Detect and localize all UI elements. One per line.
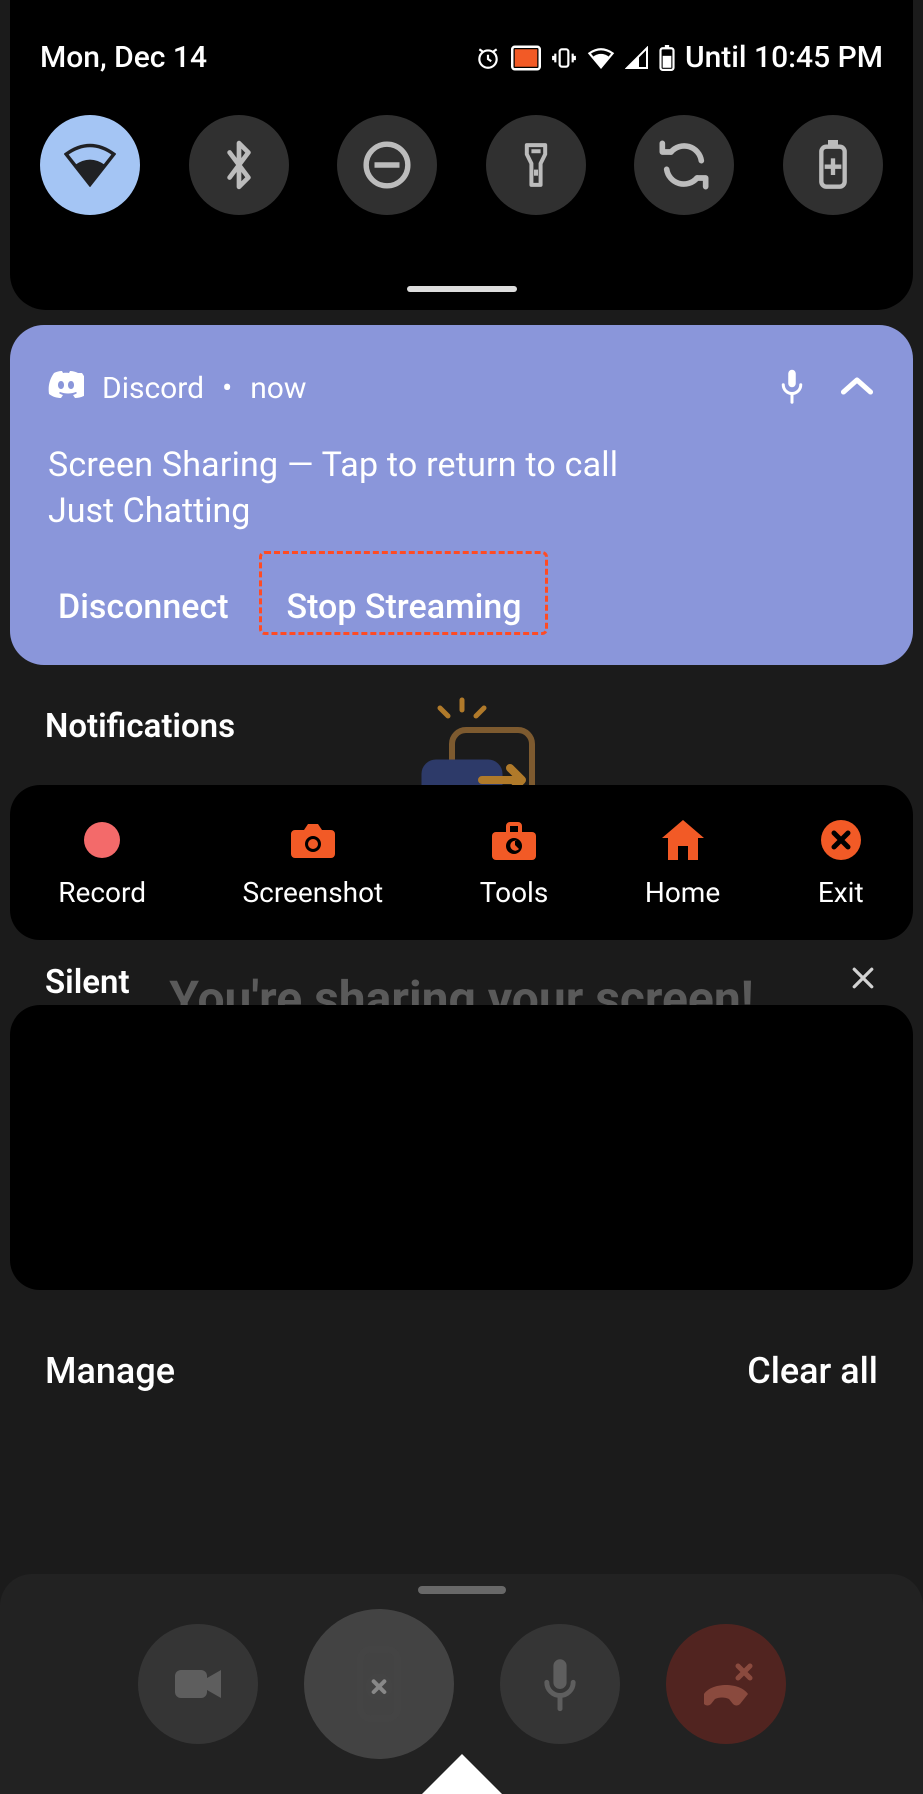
vibrate-icon [551, 45, 577, 71]
status-date: Mon, Dec 14 [40, 40, 207, 75]
qs-wifi-tile[interactable] [40, 115, 140, 215]
cast-icon [511, 45, 541, 71]
screenshot-button[interactable]: Screenshot [243, 816, 384, 909]
clear-all-button[interactable]: Clear all [747, 1350, 878, 1392]
discord-icon [48, 370, 84, 406]
alarm-icon [475, 45, 501, 71]
mic-icon[interactable] [777, 367, 807, 409]
discord-title: Screen Sharing — Tap to return to call [48, 445, 875, 485]
separator-dot: • [222, 371, 232, 406]
quick-settings-panel: Mon, Dec 14 Until 10:45 PM [10, 0, 913, 310]
status-icons: Until 10:45 PM [475, 40, 883, 75]
call-bar-handle[interactable] [418, 1586, 506, 1594]
discord-app-name: Discord [102, 371, 204, 406]
record-icon [78, 816, 126, 864]
exit-label: Exit [818, 876, 864, 909]
home-icon [659, 816, 707, 864]
manage-button[interactable]: Manage [45, 1350, 175, 1392]
wifi-status-icon [587, 46, 615, 70]
screenshot-label: Screenshot [243, 876, 384, 909]
hangup-button[interactable] [666, 1624, 786, 1744]
screen-recorder-notification[interactable]: Record Screenshot Tools Home Exit [10, 785, 913, 940]
status-until: Until 10:45 PM [685, 40, 883, 75]
stop-share-button[interactable] [304, 1609, 454, 1759]
home-label: Home [645, 876, 720, 909]
home-button[interactable]: Home [645, 816, 720, 909]
pull-up-indicator [422, 1754, 502, 1794]
qs-battery-saver-tile[interactable] [783, 115, 883, 215]
camera-toggle-button[interactable] [138, 1624, 258, 1744]
stop-streaming-button[interactable]: Stop Streaming [277, 581, 532, 633]
silent-notification-card[interactable] [10, 1005, 913, 1290]
discord-subtitle: Just Chatting [48, 491, 875, 531]
record-label: Record [58, 876, 146, 909]
qs-expand-handle[interactable] [407, 286, 517, 292]
qs-dnd-tile[interactable] [337, 115, 437, 215]
notifications-section-label: Notifications [45, 707, 235, 746]
camera-icon [289, 816, 337, 864]
record-button[interactable]: Record [58, 816, 146, 909]
disconnect-button[interactable]: Disconnect [48, 581, 239, 633]
battery-icon [659, 45, 675, 71]
tools-label: Tools [480, 876, 549, 909]
mic-toggle-button[interactable] [500, 1624, 620, 1744]
qs-rotate-tile[interactable] [634, 115, 734, 215]
silent-section-label: Silent [45, 963, 130, 1002]
silent-close-button[interactable] [848, 963, 878, 997]
status-bar: Mon, Dec 14 Until 10:45 PM [40, 40, 883, 75]
toolbox-icon [490, 816, 538, 864]
quick-settings-tiles [40, 115, 883, 215]
discord-time: now [250, 371, 306, 406]
collapse-icon[interactable] [839, 375, 875, 401]
qs-flashlight-tile[interactable] [486, 115, 586, 215]
exit-icon [817, 816, 865, 864]
discord-notification[interactable]: Discord • now Screen Sharing — Tap to re… [10, 325, 913, 665]
qs-bluetooth-tile[interactable] [189, 115, 289, 215]
tools-button[interactable]: Tools [480, 816, 549, 909]
signal-icon [625, 46, 649, 70]
exit-button[interactable]: Exit [817, 816, 865, 909]
